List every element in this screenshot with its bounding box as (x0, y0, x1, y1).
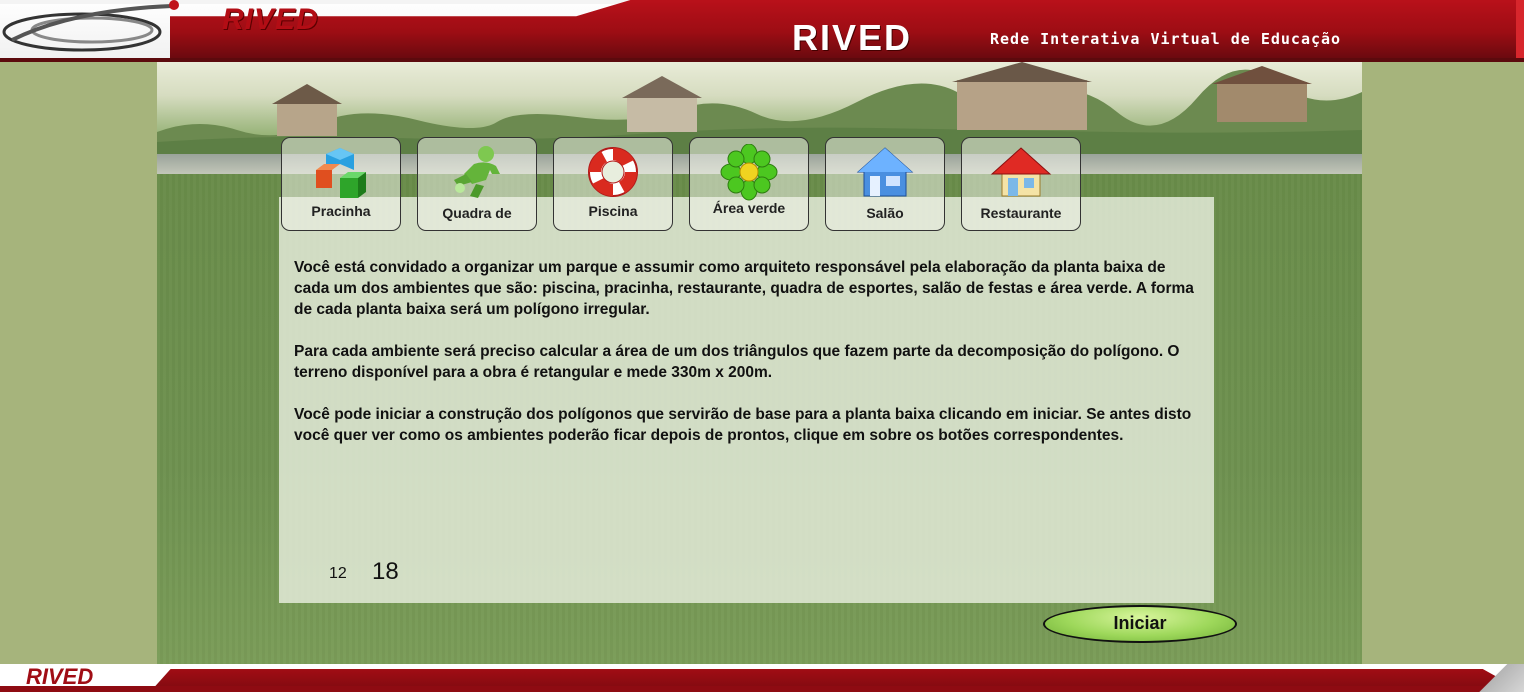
intro-paragraph-2: Para cada ambiente será preciso calcular… (294, 343, 1180, 381)
button-label-pracinha: Pracinha (311, 203, 371, 219)
red-roof-house-icon (990, 147, 1052, 197)
button-label-piscina: Piscina (588, 203, 638, 219)
intro-paragraph-3: Você pode iniciar a construção dos políg… (294, 406, 1192, 444)
blue-house-icon (856, 147, 914, 197)
rived-logo-small: RIVED (222, 3, 319, 36)
lifebuoy-icon (588, 147, 638, 197)
button-label-quadra: Quadra de (442, 205, 512, 221)
player-icon (454, 146, 500, 198)
button-label-restaurante: Restaurante (980, 205, 1062, 221)
footer-logo: RIVED (26, 664, 94, 689)
salao-button[interactable]: Salão (825, 137, 945, 231)
brand-tagline: Rede Interativa Virtual de Educação (990, 30, 1342, 48)
iniciar-button[interactable]: Iniciar (1043, 605, 1237, 643)
pracinha-button[interactable]: Pracinha (281, 137, 401, 231)
intro-paragraph-1: Você está convidado a organizar um parqu… (294, 259, 1194, 318)
flower-icon (720, 144, 778, 201)
button-label-area-verde: Área verde (712, 200, 786, 216)
brand-title: RIVED (792, 17, 913, 58)
footer-corner (1470, 664, 1524, 692)
header-edge (1516, 0, 1524, 58)
button-label-salao: Salão (866, 205, 904, 221)
top-header: RIVED RIVED Rede Interativa Virtual de E… (0, 0, 1524, 58)
rived-swoosh-logo-icon (2, 0, 179, 52)
intro-text: Você está convidado a organizar um parqu… (294, 257, 1199, 467)
counter-small: 12 (329, 565, 347, 582)
iniciar-label: Iniciar (1113, 613, 1167, 633)
cubes-icon (316, 148, 366, 198)
counter-big: 18 (372, 558, 399, 585)
area-verde-button[interactable]: Área verde (689, 137, 809, 231)
piscina-button[interactable]: Piscina (553, 137, 673, 231)
quadra-button[interactable]: Quadra de (417, 137, 537, 231)
footer-bottom-bar (0, 686, 1524, 692)
restaurante-button[interactable]: Restaurante (961, 137, 1081, 231)
